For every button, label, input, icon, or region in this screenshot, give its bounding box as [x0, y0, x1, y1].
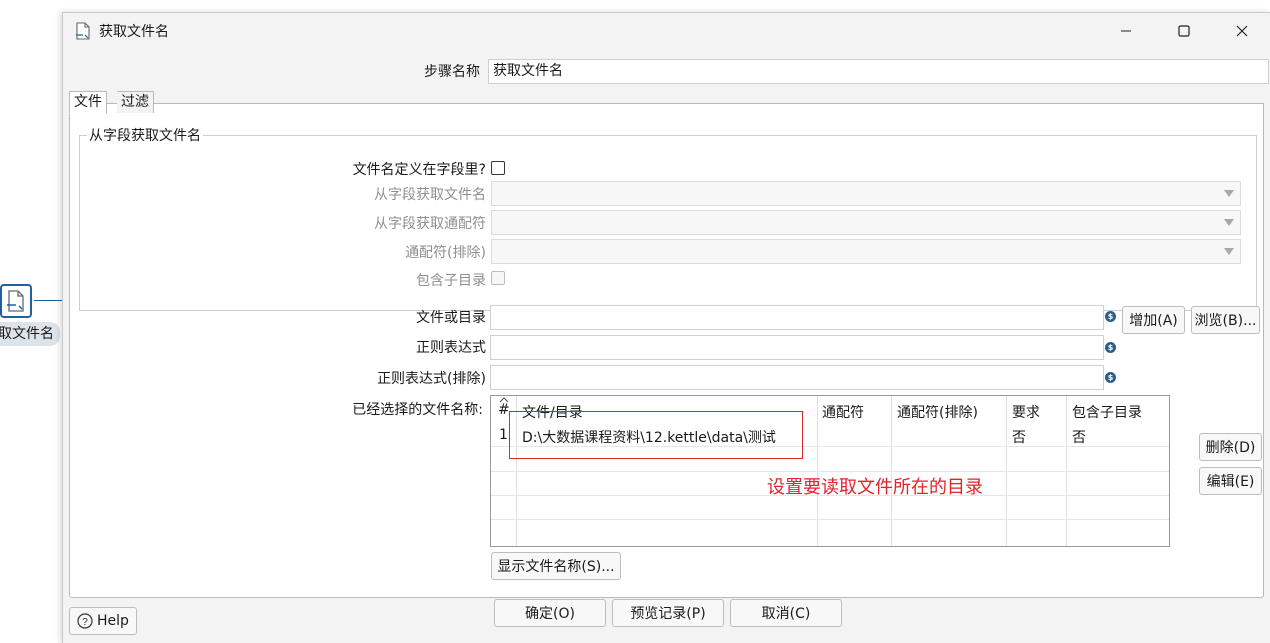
wildcard-from-field-label: 从字段获取通配符	[374, 216, 486, 232]
filename-from-field-label: 从字段获取文件名	[374, 187, 486, 203]
get-filenames-dialog: 获取文件名 步骤名称 获取文件名 文件 过滤 从字段获取文件名 文件名定义在字段…	[62, 12, 1270, 643]
file-or-dir-label: 文件或目录	[416, 310, 486, 326]
filename-in-field-label: 文件名定义在字段里?	[352, 162, 486, 178]
title-bar: 获取文件名	[63, 13, 1270, 49]
variable-icon[interactable]: $	[1105, 372, 1116, 383]
wildcard-from-field-combo[interactable]	[491, 210, 1241, 235]
include-subfolders-checkbox[interactable]	[491, 271, 505, 285]
column-header-required[interactable]: 要求	[1012, 402, 1040, 422]
regex-label: 正则表达式	[416, 340, 486, 356]
chevron-down-icon	[1224, 248, 1234, 255]
filename-in-field-checkbox[interactable]	[491, 161, 505, 175]
selected-files-label: 已经选择的文件名称:	[352, 402, 483, 418]
wildcard-exclude-label: 通配符(排除)	[405, 245, 486, 261]
wildcard-exclude-combo[interactable]	[491, 239, 1241, 264]
table-cell-subfolders[interactable]: 否	[1072, 427, 1086, 447]
annotation-highlight-box	[509, 411, 803, 459]
ok-button[interactable]: 确定(O)	[494, 599, 606, 627]
variable-icon[interactable]: $	[1105, 342, 1116, 353]
canvas-step-label: 取文件名	[0, 322, 60, 346]
cancel-button[interactable]: 取消(C)	[730, 599, 842, 627]
help-label: Help	[97, 613, 129, 629]
column-header-wildcard-exclude[interactable]: 通配符(排除)	[897, 402, 978, 422]
regex-exclude-label: 正则表达式(排除)	[377, 371, 486, 387]
minimize-button[interactable]	[1103, 17, 1149, 45]
column-header-subfolders[interactable]: 包含子目录	[1072, 402, 1142, 422]
file-icon	[7, 290, 24, 312]
include-subfolders-label: 包含子目录	[416, 273, 486, 289]
filename-from-field-combo[interactable]	[491, 181, 1241, 206]
table-row-index[interactable]: 1	[499, 427, 508, 443]
add-button[interactable]: 增加(A)	[1122, 306, 1185, 334]
annotation-text: 设置要读取文件所在的目录	[767, 477, 983, 498]
maximize-icon	[1178, 25, 1190, 37]
show-filenames-button[interactable]: 显示文件名称(S)...	[491, 552, 621, 580]
chevron-down-icon	[1224, 219, 1234, 226]
close-icon	[1236, 25, 1248, 37]
edit-button[interactable]: 编辑(E)	[1199, 467, 1262, 495]
table-cell-required[interactable]: 否	[1012, 427, 1026, 447]
sort-icon	[499, 397, 509, 403]
step-name-label: 步骤名称	[424, 64, 480, 80]
window-title: 获取文件名	[99, 24, 169, 40]
tab-file[interactable]: 文件	[69, 91, 107, 114]
column-header-wildcard[interactable]: 通配符	[822, 402, 864, 422]
minimize-icon	[1121, 30, 1131, 32]
close-button[interactable]	[1219, 17, 1265, 45]
canvas-step-icon[interactable]	[0, 284, 32, 318]
variable-icon[interactable]: $	[1105, 311, 1116, 322]
delete-button[interactable]: 删除(D)	[1199, 433, 1262, 461]
help-button[interactable]: ? Help	[69, 607, 137, 635]
maximize-button[interactable]	[1161, 17, 1207, 45]
canvas-hop-line	[34, 300, 64, 301]
browse-button[interactable]: 浏览(B)...	[1191, 306, 1260, 334]
from-field-group-title: 从字段获取文件名	[87, 125, 203, 145]
svg-text:?: ?	[82, 617, 88, 628]
tab-filter[interactable]: 过滤	[117, 91, 154, 113]
help-icon: ?	[77, 613, 93, 629]
regex-input[interactable]	[490, 335, 1104, 360]
column-header-index[interactable]: #	[498, 402, 510, 418]
regex-exclude-input[interactable]	[490, 365, 1104, 390]
file-or-dir-input[interactable]	[490, 305, 1104, 330]
chevron-down-icon	[1224, 190, 1234, 197]
preview-button[interactable]: 预览记录(P)	[612, 599, 724, 627]
step-name-input[interactable]: 获取文件名	[488, 59, 1269, 84]
file-step-icon	[76, 22, 90, 40]
